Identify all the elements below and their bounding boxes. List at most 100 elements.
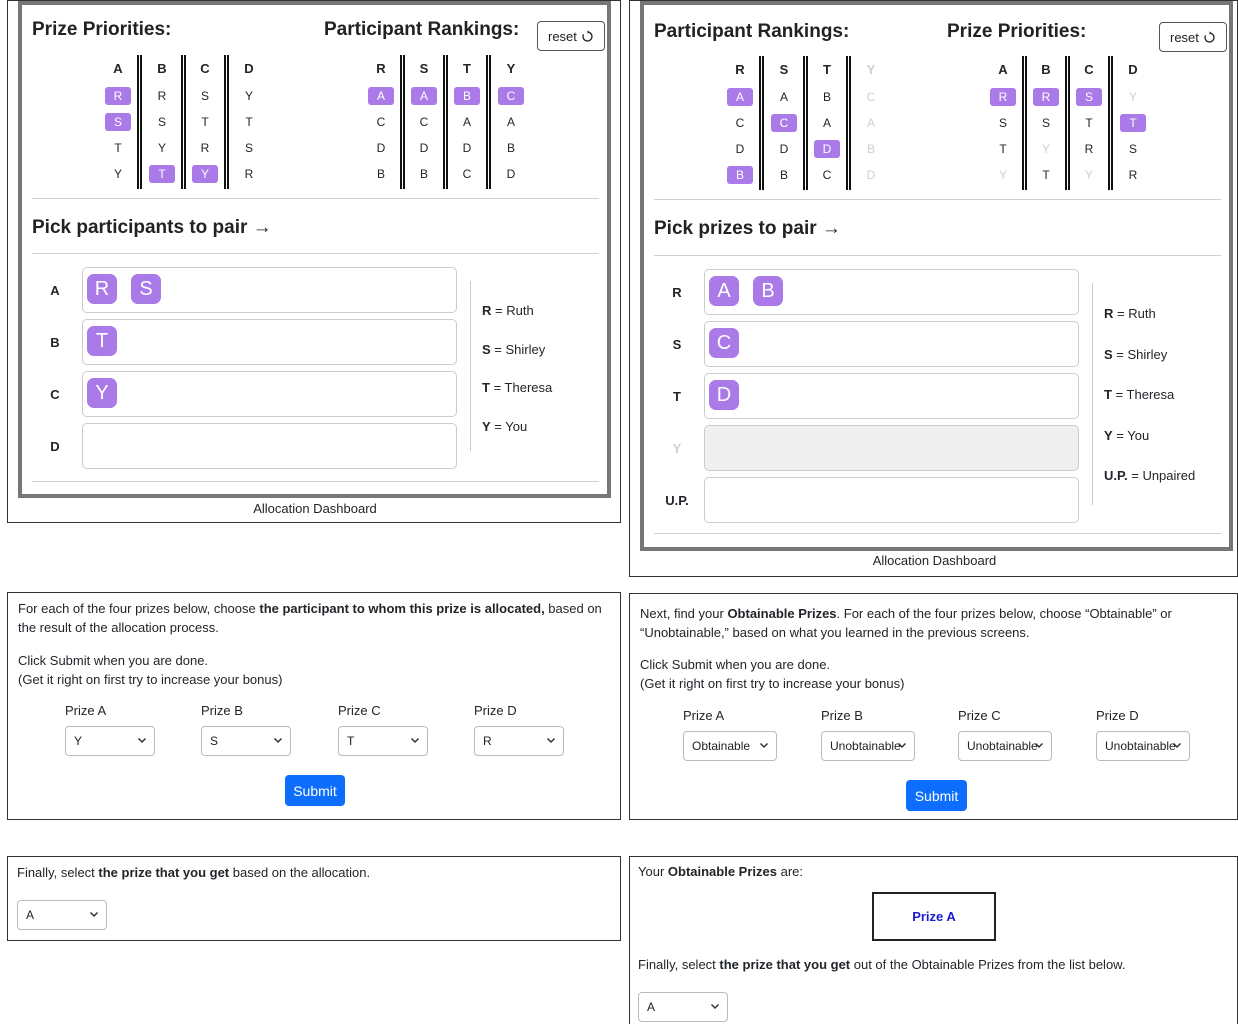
table-cell[interactable]: R bbox=[1120, 166, 1146, 184]
table-cell[interactable]: S bbox=[192, 87, 218, 105]
table-cell[interactable]: D bbox=[498, 165, 524, 183]
table-cell[interactable]: B bbox=[727, 166, 753, 184]
table-cell[interactable]: C bbox=[454, 165, 480, 183]
table-cell[interactable]: B bbox=[858, 140, 884, 158]
pairing-slot[interactable]: RS bbox=[82, 267, 457, 313]
table-cell[interactable]: S bbox=[990, 114, 1016, 132]
table-cell[interactable]: Y bbox=[1033, 140, 1059, 158]
reset-icon bbox=[582, 29, 593, 42]
pairing-slot[interactable]: D bbox=[704, 373, 1079, 419]
table-cell[interactable]: C bbox=[498, 87, 524, 105]
select-value: T bbox=[347, 734, 355, 748]
table-cell[interactable]: Y bbox=[1076, 166, 1102, 184]
table-cell[interactable]: C bbox=[368, 113, 394, 131]
table-cell[interactable]: Y bbox=[192, 165, 218, 183]
prize-select[interactable]: Y bbox=[65, 726, 155, 756]
table-cell[interactable]: D bbox=[454, 139, 480, 157]
table-cell[interactable]: T bbox=[105, 139, 131, 157]
table-cell[interactable]: C bbox=[411, 113, 437, 131]
table-cell[interactable]: B bbox=[411, 165, 437, 183]
table-cell[interactable]: S bbox=[1033, 114, 1059, 132]
pair-chip[interactable]: S bbox=[131, 274, 161, 304]
table-cell[interactable]: B bbox=[771, 166, 797, 184]
table-cell[interactable]: R bbox=[1076, 140, 1102, 158]
prize-select[interactable]: T bbox=[338, 726, 428, 756]
table-cell[interactable]: S bbox=[1076, 88, 1102, 106]
table-cell[interactable]: T bbox=[236, 113, 262, 131]
table-cell[interactable]: C bbox=[858, 88, 884, 106]
table-cell[interactable]: R bbox=[192, 139, 218, 157]
table-cell[interactable]: A bbox=[411, 87, 437, 105]
pair-chip[interactable]: R bbox=[87, 274, 117, 304]
table-cell[interactable]: A bbox=[814, 114, 840, 132]
left-submit-button[interactable]: Submit bbox=[285, 775, 345, 806]
pairing-slot[interactable] bbox=[82, 423, 457, 469]
pairing-slot[interactable]: T bbox=[82, 319, 457, 365]
divider bbox=[654, 533, 1221, 534]
table-cell[interactable]: B bbox=[368, 165, 394, 183]
prize-select[interactable]: Unobtainable bbox=[821, 731, 915, 761]
table-cell[interactable]: A bbox=[368, 87, 394, 105]
prize-select[interactable]: Unobtainable bbox=[1096, 731, 1190, 761]
table-cell[interactable]: A bbox=[727, 88, 753, 106]
right-reset-button[interactable]: reset bbox=[1159, 22, 1227, 52]
table-cell[interactable]: Y bbox=[990, 166, 1016, 184]
table-cell[interactable]: A bbox=[454, 113, 480, 131]
table-cell[interactable]: A bbox=[498, 113, 524, 131]
table-cell[interactable]: R bbox=[105, 87, 131, 105]
table-cell[interactable]: B bbox=[814, 88, 840, 106]
table-cell[interactable]: T bbox=[1120, 114, 1146, 132]
prize-select[interactable]: Unobtainable bbox=[958, 731, 1052, 761]
table-cell[interactable]: S bbox=[236, 139, 262, 157]
pair-chip[interactable]: A bbox=[709, 276, 739, 306]
pair-chip[interactable]: C bbox=[709, 328, 739, 358]
left-reset-button[interactable]: reset bbox=[537, 21, 605, 51]
left-final-prize-select[interactable]: A bbox=[17, 900, 107, 930]
pairing-slot[interactable]: AB bbox=[704, 269, 1079, 315]
table-cell[interactable]: R bbox=[149, 87, 175, 105]
table-cell[interactable]: A bbox=[771, 88, 797, 106]
table-cell[interactable]: C bbox=[727, 114, 753, 132]
table-cell[interactable]: S bbox=[105, 113, 131, 131]
table-cell[interactable]: D bbox=[858, 166, 884, 184]
pair-chip[interactable]: T bbox=[87, 326, 117, 356]
table-cell[interactable]: Y bbox=[1120, 88, 1146, 106]
table-cell[interactable]: R bbox=[990, 88, 1016, 106]
pair-chip[interactable]: Y bbox=[87, 378, 117, 408]
table-cell[interactable]: R bbox=[1033, 88, 1059, 106]
pairing-slot[interactable]: Y bbox=[82, 371, 457, 417]
table-cell[interactable]: C bbox=[771, 114, 797, 132]
table-cell[interactable]: S bbox=[1120, 140, 1146, 158]
right-submit-button[interactable]: Submit bbox=[906, 780, 967, 811]
prize-select[interactable]: S bbox=[201, 726, 291, 756]
table-cell[interactable]: R bbox=[236, 165, 262, 183]
table-cell[interactable]: T bbox=[1033, 166, 1059, 184]
table-cell[interactable]: D bbox=[411, 139, 437, 157]
table-cell[interactable]: Y bbox=[149, 139, 175, 157]
prize-select[interactable]: Obtainable bbox=[683, 731, 777, 761]
table-cell[interactable]: Y bbox=[105, 165, 131, 183]
table-cell[interactable]: B bbox=[454, 87, 480, 105]
table-cell[interactable]: A bbox=[858, 114, 884, 132]
prize-select[interactable]: R bbox=[474, 726, 564, 756]
left-question-panel: For each of the four prizes below, choos… bbox=[7, 592, 621, 820]
table-cell[interactable]: T bbox=[990, 140, 1016, 158]
pairing-slot[interactable]: C bbox=[704, 321, 1079, 367]
table-cell[interactable]: S bbox=[149, 113, 175, 131]
table-cell[interactable]: D bbox=[727, 140, 753, 158]
pair-chip[interactable]: D bbox=[709, 380, 739, 410]
table-cell[interactable]: T bbox=[192, 113, 218, 131]
table-cell[interactable]: D bbox=[368, 139, 394, 157]
table-cell[interactable]: B bbox=[498, 139, 524, 157]
table-cell[interactable]: T bbox=[149, 165, 175, 183]
table-cell[interactable]: D bbox=[814, 140, 840, 158]
table-cell[interactable]: C bbox=[814, 166, 840, 184]
pair-chip[interactable]: B bbox=[753, 276, 783, 306]
select-value: S bbox=[210, 734, 219, 748]
table-cell[interactable]: D bbox=[771, 140, 797, 158]
table-cell[interactable]: Y bbox=[236, 87, 262, 105]
obtainable-prize-label: Prize A bbox=[912, 909, 956, 924]
pairing-slot[interactable] bbox=[704, 477, 1079, 523]
right-final-prize-select[interactable]: A bbox=[638, 992, 728, 1022]
table-cell[interactable]: T bbox=[1076, 114, 1102, 132]
